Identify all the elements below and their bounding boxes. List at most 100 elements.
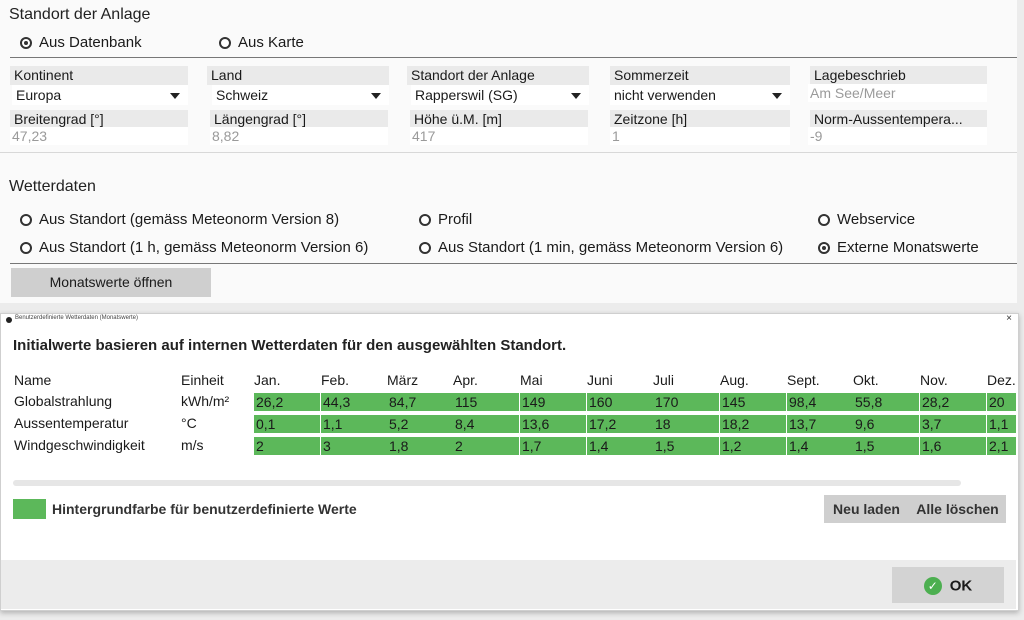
value-cell[interactable]: 17,2	[587, 415, 653, 433]
value-cell[interactable]: 1,7	[520, 437, 586, 455]
dropdown-value: Rapperswil (SG)	[415, 87, 518, 103]
month-header: Dez.	[987, 372, 1016, 388]
radio-profil[interactable]: Profil	[419, 211, 472, 228]
value-cell[interactable]: 55,8	[853, 393, 919, 411]
label-kontinent: Kontinent	[10, 66, 188, 85]
value-cell[interactable]: 13,7	[787, 415, 853, 433]
value-cell[interactable]: 18	[653, 415, 719, 433]
value-cell[interactable]: 2	[254, 437, 320, 455]
value-cell[interactable]: 1,8	[387, 437, 453, 455]
dropdown-sommerzeit[interactable]: nicht verwenden	[610, 85, 790, 105]
monatswerte-oeffnen-button[interactable]: Monatswerte öffnen	[11, 268, 211, 297]
value-text: 55,8	[855, 394, 883, 410]
value-cell[interactable]: 8,4	[453, 415, 519, 433]
dropdown-land[interactable]: Schweiz	[212, 85, 389, 105]
neu-laden-button[interactable]: Neu laden	[824, 495, 909, 523]
value-cell[interactable]: 2	[453, 437, 519, 455]
monatswerte-dialog: Benutzerdefinierte Wetterdaten (Monatswe…	[0, 313, 1019, 611]
row-unit: °C	[181, 415, 197, 431]
value-text: 84,7	[389, 394, 417, 410]
value-cell[interactable]: 5,2	[387, 415, 453, 433]
column-header-name: Name	[14, 372, 52, 388]
value-cell[interactable]: 1,4	[787, 437, 853, 455]
alle-loeschen-button[interactable]: Alle löschen	[909, 495, 1006, 523]
value-cell[interactable]: 145	[720, 393, 786, 411]
dropdown-standort[interactable]: Rapperswil (SG)	[411, 85, 589, 105]
ok-label: OK	[949, 577, 973, 595]
value-cell[interactable]: 1,1	[987, 415, 1016, 433]
value-text: 1,5	[855, 438, 875, 454]
value-cell[interactable]: 160	[587, 393, 653, 411]
divider	[10, 57, 1017, 58]
value-cell[interactable]: 20	[987, 393, 1016, 411]
month-header: Mai	[520, 372, 543, 388]
value-cell[interactable]: 170	[653, 393, 719, 411]
value-text: 160	[589, 394, 613, 410]
close-icon[interactable]: ×	[1006, 313, 1012, 324]
radio-webservice[interactable]: Webservice	[818, 211, 915, 228]
month-header: Juni	[587, 372, 613, 388]
value-cell[interactable]: 26,2	[254, 393, 320, 411]
radio-meteonorm-6-1h[interactable]: Aus Standort (1 h, gemäss Meteonorm Vers…	[20, 239, 368, 256]
radio-unchecked-icon	[419, 213, 431, 226]
dropdown-value: nicht verwenden	[614, 87, 716, 103]
value-text: 1,5	[655, 438, 675, 454]
value-text: 1,2	[722, 438, 742, 454]
value-cell[interactable]: 44,3	[321, 393, 387, 411]
table-scrollbar[interactable]	[13, 480, 961, 486]
value-cell[interactable]: 1,6	[920, 437, 986, 455]
value-cell[interactable]: 1,4	[587, 437, 653, 455]
value-text: 1,6	[922, 438, 942, 454]
value-cell[interactable]: 84,7	[387, 393, 453, 411]
value-cell[interactable]: 9,6	[853, 415, 919, 433]
dropdown-value: Europa	[16, 87, 62, 103]
radio-label: Aus Standort (gemäss Meteonorm Version 8…	[39, 211, 340, 228]
value-text: 9,6	[855, 416, 875, 432]
radio-aus-datenbank[interactable]: Aus Datenbank	[20, 34, 142, 51]
radio-aus-karte[interactable]: Aus Karte	[219, 34, 304, 51]
dropdown-kontinent[interactable]: Europa	[12, 85, 188, 105]
radio-externe-monatswerte[interactable]: Externe Monatswerte	[818, 239, 979, 256]
value-text: 20	[989, 394, 1005, 410]
radio-meteonorm-8[interactable]: Aus Standort (gemäss Meteonorm Version 8…	[20, 211, 339, 228]
value-cell[interactable]: 1,2	[720, 437, 786, 455]
label-land: Land	[207, 66, 389, 85]
value-text: 0,1	[256, 416, 276, 432]
value-cell[interactable]: 18,2	[720, 415, 786, 433]
value-text: 145	[722, 394, 746, 410]
value-cell[interactable]: 3	[321, 437, 387, 455]
value-cell[interactable]: 0,1	[254, 415, 320, 433]
norm-aussentemperatur-value: -9	[808, 127, 987, 145]
legend-color-swatch	[13, 499, 46, 519]
radio-label: Aus Standort (1 h, gemäss Meteonorm Vers…	[39, 239, 369, 256]
lagebeschrieb-value: Am See/Meer	[808, 84, 987, 102]
value-cell[interactable]: 1,1	[321, 415, 387, 433]
month-header: Nov.	[920, 372, 948, 388]
value-text: 26,2	[256, 394, 284, 410]
month-header: Jan.	[254, 372, 281, 388]
value-cell[interactable]: 2,1	[987, 437, 1016, 455]
label-sommerzeit: Sommerzeit	[610, 66, 790, 85]
chevron-down-icon	[170, 93, 180, 99]
value-cell[interactable]: 1,5	[653, 437, 719, 455]
value-cell[interactable]: 3,7	[920, 415, 986, 433]
value-cell[interactable]: 98,4	[787, 393, 853, 411]
value-text: 1,7	[522, 438, 542, 454]
value-cell[interactable]: 28,2	[920, 393, 986, 411]
value-text: 13,7	[789, 416, 817, 432]
radio-label: Webservice	[837, 211, 916, 228]
value-cell[interactable]: 149	[520, 393, 586, 411]
radio-unchecked-icon	[818, 213, 830, 226]
radio-unchecked-icon	[419, 241, 431, 254]
radio-meteonorm-6-1min[interactable]: Aus Standort (1 min, gemäss Meteonorm Ve…	[419, 239, 783, 256]
chevron-down-icon	[772, 93, 782, 99]
dialog-titlebar: Benutzerdefinierte Wetterdaten (Monatswe…	[1, 313, 1016, 327]
value-cell[interactable]: 13,6	[520, 415, 586, 433]
ok-button[interactable]: ✓ OK	[892, 567, 1004, 603]
radio-label: Aus Standort (1 min, gemäss Meteonorm Ve…	[438, 239, 784, 256]
value-cell[interactable]: 115	[453, 393, 519, 411]
chevron-down-icon	[371, 93, 381, 99]
value-text: 3,7	[922, 416, 942, 432]
radio-unchecked-icon	[20, 213, 32, 226]
value-cell[interactable]: 1,5	[853, 437, 919, 455]
